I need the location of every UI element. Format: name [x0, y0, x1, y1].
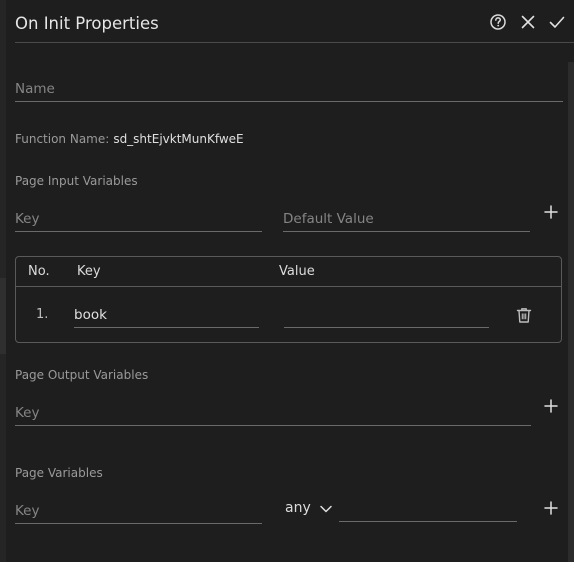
page-output-variables-label: Page Output Variables: [15, 368, 149, 382]
page-variables-label: Page Variables: [15, 466, 103, 480]
input-default-value-placeholder: Default Value: [283, 211, 374, 227]
output-key-field[interactable]: Key: [15, 400, 531, 426]
row-key-input[interactable]: book: [74, 302, 259, 328]
add-page-variable-icon[interactable]: [544, 501, 558, 515]
left-edge-handle: [0, 278, 6, 354]
name-placeholder: Name: [15, 81, 55, 97]
input-variables-table: No. Key Value 1. book: [15, 256, 562, 343]
page-variable-key-field[interactable]: Key: [15, 498, 262, 524]
function-name-row: Function Name: sd_shtEjvktMunKfweE: [15, 132, 244, 146]
page-variable-value-field[interactable]: [339, 496, 517, 522]
panel-title: On Init Properties: [15, 14, 159, 33]
input-default-value-field[interactable]: Default Value: [283, 206, 530, 232]
trash-icon[interactable]: [515, 306, 533, 324]
input-key-placeholder: Key: [15, 211, 40, 227]
type-select[interactable]: any: [285, 498, 337, 522]
function-name-value: sd_shtEjvktMunKfweE: [113, 132, 244, 146]
close-icon[interactable]: [519, 13, 537, 31]
column-header-no: No.: [28, 264, 50, 279]
help-circle-icon[interactable]: [489, 13, 507, 31]
column-header-key: Key: [77, 264, 101, 279]
properties-panel: On Init Properties Name Function Name: sd…: [7, 0, 574, 562]
chevron-down-icon: [320, 505, 332, 513]
add-output-variable-icon[interactable]: [544, 399, 558, 413]
add-input-variable-icon[interactable]: [544, 205, 558, 219]
column-header-value: Value: [279, 264, 315, 279]
header-divider: [15, 42, 574, 43]
name-input[interactable]: Name: [15, 76, 563, 102]
table-header: No. Key Value: [16, 257, 561, 287]
row-key-value: book: [74, 307, 107, 323]
type-select-value: any: [285, 500, 311, 516]
page-input-variables-label: Page Input Variables: [15, 174, 138, 188]
check-icon[interactable]: [548, 13, 566, 31]
function-name-label: Function Name:: [15, 132, 110, 146]
row-value-input[interactable]: [284, 302, 489, 328]
page-variable-key-placeholder: Key: [15, 503, 40, 519]
output-key-placeholder: Key: [15, 405, 40, 421]
input-key-field[interactable]: Key: [15, 206, 262, 232]
row-number: 1.: [36, 307, 49, 322]
panel-scrollbar[interactable]: [568, 62, 574, 562]
left-edge-strip: [0, 0, 6, 562]
